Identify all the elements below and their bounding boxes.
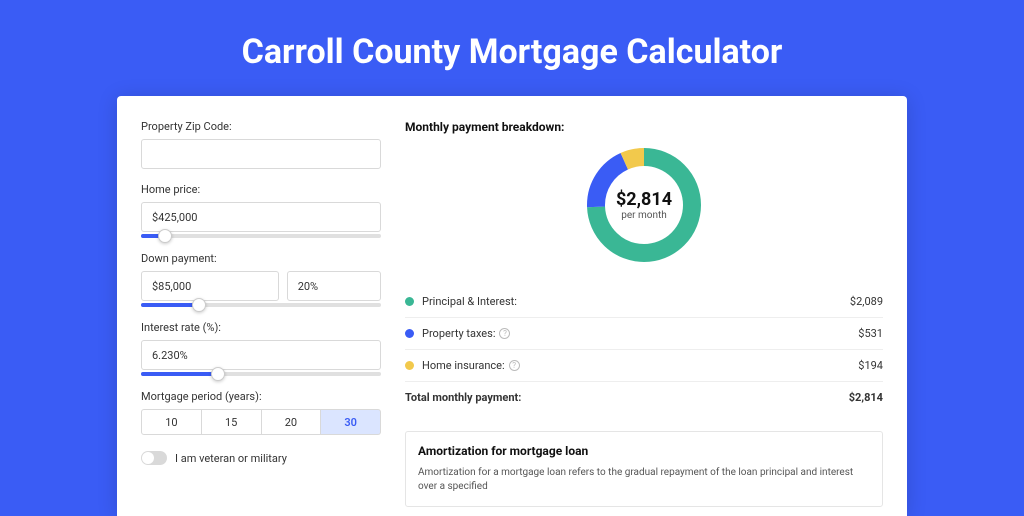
period-option-15[interactable]: 15 — [202, 409, 262, 435]
period-option-10[interactable]: 10 — [141, 409, 202, 435]
legend-row: Property taxes:?$531 — [405, 317, 883, 349]
info-icon[interactable]: ? — [499, 328, 510, 339]
amortization-title: Amortization for mortgage loan — [418, 444, 870, 458]
interest-field: Interest rate (%): — [141, 321, 381, 376]
legend-row: Principal & Interest:$2,089 — [405, 286, 883, 317]
page-title: Carroll County Mortgage Calculator — [0, 0, 1024, 96]
legend-value: $2,089 — [850, 295, 883, 308]
down-payment-amount-input[interactable] — [141, 271, 279, 301]
down-payment-label: Down payment: — [141, 252, 381, 265]
zip-label: Property Zip Code: — [141, 120, 381, 133]
zip-input[interactable] — [141, 139, 381, 169]
total-label: Total monthly payment: — [405, 391, 849, 404]
veteran-row: I am veteran or military — [141, 451, 381, 465]
down-payment-field: Down payment: — [141, 252, 381, 307]
slider-thumb[interactable] — [158, 229, 172, 243]
legend-dot — [405, 297, 414, 306]
legend-dot — [405, 361, 414, 370]
slider-thumb[interactable] — [211, 367, 225, 381]
slider-fill — [141, 372, 218, 376]
veteran-toggle[interactable] — [141, 451, 167, 465]
input-panel: Property Zip Code: Home price: Down paym… — [141, 120, 381, 492]
total-value: $2,814 — [849, 391, 883, 404]
donut-center: $2,814 per month — [581, 142, 707, 268]
donut-amount: $2,814 — [616, 189, 672, 210]
calculator-card: Property Zip Code: Home price: Down paym… — [117, 96, 907, 516]
slider-fill — [141, 303, 199, 307]
period-label: Mortgage period (years): — [141, 390, 381, 403]
slider-thumb[interactable] — [192, 298, 206, 312]
home-price-label: Home price: — [141, 183, 381, 196]
legend-total-row: Total monthly payment:$2,814 — [405, 381, 883, 413]
donut-chart: $2,814 per month — [581, 142, 707, 268]
amortization-card: Amortization for mortgage loan Amortizat… — [405, 431, 883, 507]
period-option-30[interactable]: 30 — [321, 409, 381, 435]
legend-dot — [405, 329, 414, 338]
period-option-20[interactable]: 20 — [262, 409, 322, 435]
donut-wrap: $2,814 per month — [405, 142, 883, 268]
period-segmented: 10152030 — [141, 409, 381, 435]
breakdown-panel: Monthly payment breakdown: $2,814 per mo… — [405, 120, 883, 492]
period-field: Mortgage period (years): 10152030 — [141, 390, 381, 435]
home-price-input[interactable] — [141, 202, 381, 232]
legend-label: Property taxes:? — [422, 327, 858, 340]
down-payment-pct-input[interactable] — [287, 271, 381, 301]
legend-row: Home insurance:?$194 — [405, 349, 883, 381]
donut-sub: per month — [621, 210, 667, 221]
zip-field: Property Zip Code: — [141, 120, 381, 169]
legend-value: $194 — [858, 359, 883, 372]
home-price-field: Home price: — [141, 183, 381, 238]
interest-label: Interest rate (%): — [141, 321, 381, 334]
info-icon[interactable]: ? — [509, 360, 520, 371]
interest-slider[interactable] — [141, 372, 381, 376]
home-price-slider[interactable] — [141, 234, 381, 238]
legend-label: Home insurance:? — [422, 359, 858, 372]
toggle-knob — [142, 452, 154, 464]
amortization-text: Amortization for a mortgage loan refers … — [418, 466, 870, 494]
interest-input[interactable] — [141, 340, 381, 370]
breakdown-title: Monthly payment breakdown: — [405, 120, 883, 134]
legend: Principal & Interest:$2,089Property taxe… — [405, 286, 883, 413]
down-payment-slider[interactable] — [141, 303, 381, 307]
veteran-label: I am veteran or military — [175, 452, 287, 465]
legend-label: Principal & Interest: — [422, 295, 850, 308]
legend-value: $531 — [858, 327, 883, 340]
